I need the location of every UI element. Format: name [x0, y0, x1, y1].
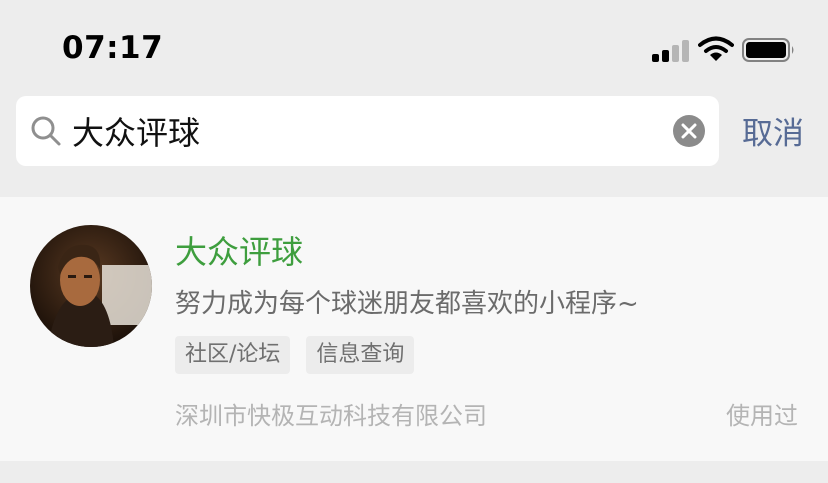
search-input[interactable]: [72, 108, 662, 154]
search-result-card[interactable]: 大众评球 努力成为每个球迷朋友都喜欢的小程序~ 社区/论坛 信息查询 深圳市快极…: [0, 197, 828, 461]
result-company: 深圳市快极互动科技有限公司: [175, 402, 487, 430]
avatar: [30, 225, 152, 347]
result-description: 努力成为每个球迷朋友都喜欢的小程序~: [175, 289, 639, 319]
search-box[interactable]: [16, 96, 719, 166]
wifi-icon: [698, 36, 734, 61]
status-time: 07:17: [62, 30, 164, 66]
tag-community-forum: 社区/论坛: [175, 336, 291, 374]
result-tags: 社区/论坛 信息查询: [175, 336, 415, 374]
search-row: 取消: [0, 96, 828, 168]
tag-info-query: 信息查询: [306, 336, 415, 374]
result-title: 大众评球: [175, 233, 304, 271]
cellular-signal-icon: [652, 38, 690, 62]
cancel-button[interactable]: 取消: [742, 108, 804, 153]
status-bar: 07:17: [0, 0, 828, 90]
battery-icon: [742, 38, 794, 62]
search-icon: [31, 116, 61, 146]
clear-icon[interactable]: [673, 115, 705, 147]
used-badge: 使用过: [726, 402, 798, 430]
